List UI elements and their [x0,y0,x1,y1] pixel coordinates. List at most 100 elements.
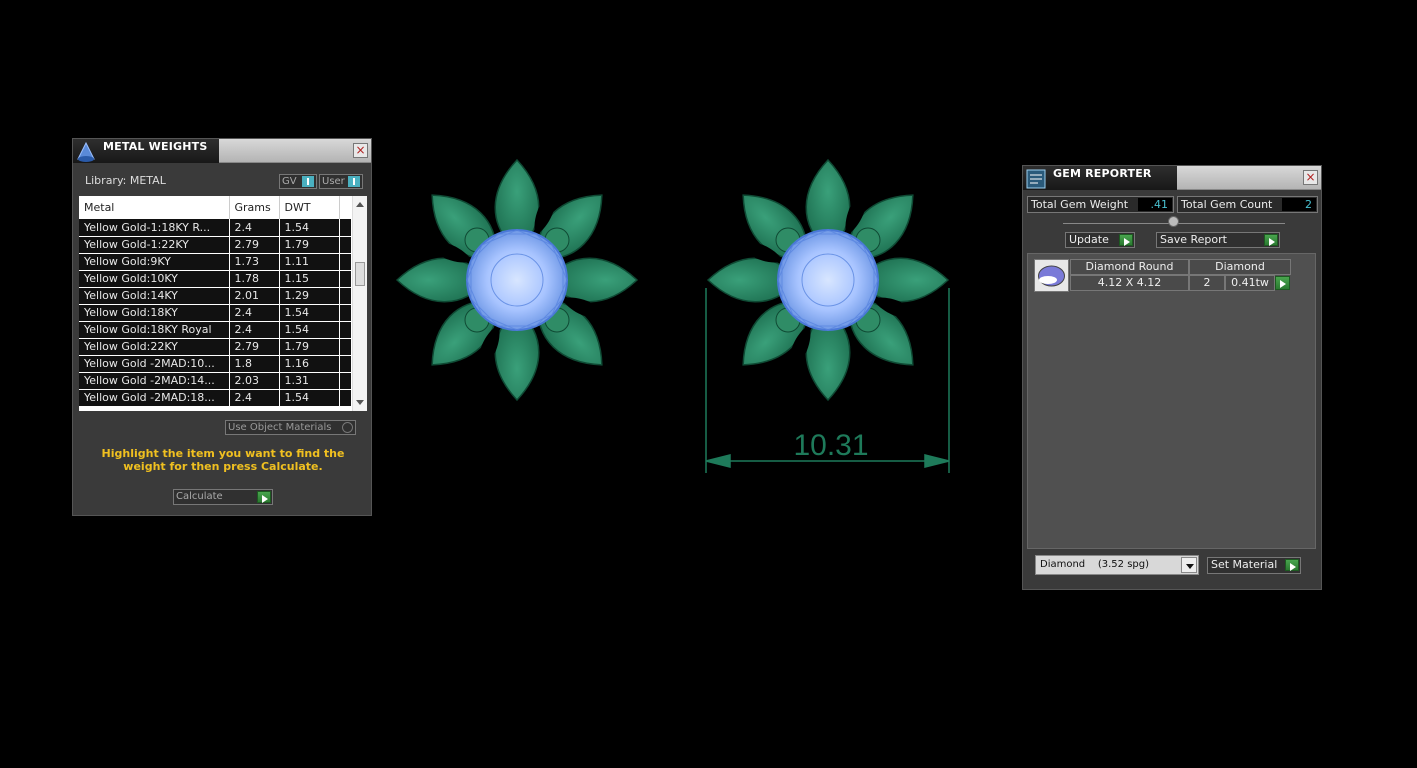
total-gem-weight-value: .41 [1138,198,1172,211]
metal-name-cell: Yellow Gold -2MAD:18... [79,389,230,407]
table-row[interactable]: Yellow Gold-1:22KY 2.79 1.79 [79,236,351,254]
total-gem-count-label: Total Gem Count [1181,198,1273,211]
gem-reporter-titlebar[interactable]: GEM REPORTER × [1023,166,1321,190]
metal-name-cell: Yellow Gold -2MAD:10... [79,355,230,373]
dwt-cell: 1.29 [279,287,340,305]
grams-cell: 1.8 [229,355,280,373]
total-gem-weight-field: Total Gem Weight .41 [1027,196,1174,213]
metal-name-cell: Yellow Gold:18KY [79,304,230,322]
dimension-value: 10.31 [793,429,868,462]
gv-toggle-label: GV [282,176,297,187]
metal-grid: Metal Grams DWT Yellow Gold-1:18KY R... 2… [79,196,351,407]
metal-weights-titlebar[interactable]: METAL WEIGHTS × [73,139,371,163]
toggle-indicator-icon [348,176,360,187]
material-select[interactable]: Diamond (3.52 spg) [1035,555,1199,575]
close-button[interactable]: × [1303,170,1318,185]
chevron-down-icon[interactable] [1181,557,1197,573]
table-row[interactable]: Yellow Gold:22KY 2.79 1.79 [79,338,351,356]
update-label: Update [1069,233,1109,246]
library-label: Library: METAL [85,174,166,187]
metal-table-scrollbar[interactable] [352,196,367,411]
dwt-cell: 1.16 [279,355,340,373]
column-header-spacer [339,196,351,219]
viewport-canvas[interactable]: 10.31 [380,140,1000,490]
gv-toggle[interactable]: GV [279,174,317,189]
table-row[interactable]: Yellow Gold -2MAD:18... 2.4 1.54 [79,389,351,407]
dwt-cell: 1.79 [279,338,340,356]
table-row[interactable]: Yellow Gold:18KY 2.4 1.54 [79,304,351,322]
gem-count: 2 [1189,275,1225,291]
row-spacer [339,389,351,407]
user-toggle-label: User [322,176,345,187]
table-row[interactable]: Yellow Gold:10KY 1.78 1.15 [79,270,351,288]
dwt-cell: 1.54 [279,389,340,407]
table-row[interactable]: Yellow Gold:9KY 1.73 1.11 [79,253,351,271]
dwt-cell: 1.79 [279,236,340,254]
total-gem-count-field: Total Gem Count 2 [1177,196,1318,213]
row-spacer [339,355,351,373]
table-row[interactable]: Yellow Gold-1:18KY R... 2.4 1.54 [79,219,351,237]
gem-size: 4.12 X 4.12 [1070,275,1189,291]
round-diamond-icon [1038,265,1065,287]
row-spacer [339,219,351,237]
dwt-cell: 1.11 [279,253,340,271]
grams-cell: 2.4 [229,321,280,339]
save-report-button[interactable]: Save Report [1156,232,1280,248]
metal-name-cell: Yellow Gold:22KY [79,338,230,356]
column-header-grams[interactable]: Grams [229,196,280,219]
metal-name-cell: Yellow Gold:9KY [79,253,230,271]
dwt-cell: 1.31 [279,372,340,390]
set-material-label: Set Material [1211,558,1278,571]
total-gem-count-value: 2 [1282,198,1316,211]
close-button[interactable]: × [353,143,368,158]
gem-thumbnail[interactable] [1034,259,1069,292]
row-spacer [339,236,351,254]
metal-name-cell: Yellow Gold:18KY Royal [79,321,230,339]
table-row[interactable]: Yellow Gold -2MAD:10... 1.8 1.16 [79,355,351,373]
metal-name-cell: Yellow Gold-1:18KY R... [79,219,230,237]
dwt-cell: 1.54 [279,304,340,322]
play-arrow-icon [1264,234,1278,246]
material-select-value: Diamond (3.52 spg) [1040,559,1150,570]
update-button[interactable]: Update [1065,232,1135,248]
earring-model-right[interactable] [707,159,949,401]
gem-detail-arrow-icon[interactable] [1275,276,1290,290]
play-arrow-icon [1285,559,1299,571]
table-row[interactable]: Yellow Gold -2MAD:14... 2.03 1.31 [79,372,351,390]
calculate-label: Calculate [176,491,223,502]
row-spacer [339,372,351,390]
metal-table-body: Yellow Gold-1:18KY R... 2.4 1.54 Yellow Gol… [79,219,351,407]
dwt-cell: 1.15 [279,270,340,288]
splitter-handle[interactable] [1168,216,1179,227]
scale-icon [77,141,95,162]
earring-model-left[interactable] [396,159,638,401]
calculate-button[interactable]: Calculate [173,489,273,505]
grams-cell: 2.4 [229,219,280,237]
grams-cell: 2.03 [229,372,280,390]
gem-weight: 0.41tw [1225,275,1275,291]
scroll-down-icon[interactable] [356,400,364,405]
column-header-dwt[interactable]: DWT [279,196,340,219]
row-spacer [339,321,351,339]
user-toggle[interactable]: User [319,174,363,189]
grams-cell: 2.4 [229,389,280,407]
gem-shape: Diamond Round [1070,259,1189,275]
table-row[interactable]: Yellow Gold:14KY 2.01 1.29 [79,287,351,305]
metal-name-cell: Yellow Gold:10KY [79,270,230,288]
metal-name-cell: Yellow Gold-1:22KY [79,236,230,254]
play-arrow-icon [257,491,271,503]
save-report-label: Save Report [1160,233,1227,246]
gem-material: Diamond [1189,259,1291,275]
grams-cell: 1.78 [229,270,280,288]
use-object-materials-checkbox[interactable]: Use Object Materials [225,420,356,435]
grams-cell: 2.79 [229,236,280,254]
set-material-button[interactable]: Set Material [1207,557,1301,574]
dwt-cell: 1.54 [279,219,340,237]
hint-text: Highlight the item you want to find the … [101,447,345,473]
scroll-up-icon[interactable] [356,202,364,207]
scroll-thumb[interactable] [355,262,365,286]
total-gem-weight-label: Total Gem Weight [1031,198,1129,211]
column-header-metal[interactable]: Metal [79,196,230,219]
table-row[interactable]: Yellow Gold:18KY Royal 2.4 1.54 [79,321,351,339]
grams-cell: 2.01 [229,287,280,305]
